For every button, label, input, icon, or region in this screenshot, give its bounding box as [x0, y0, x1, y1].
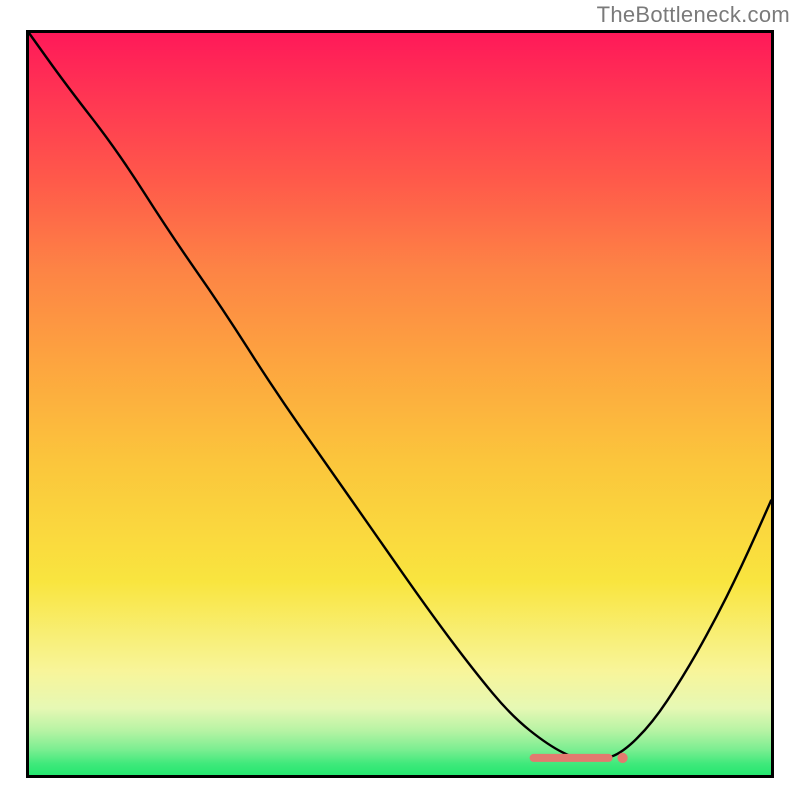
- chart-root: TheBottleneck.com: [0, 0, 800, 800]
- plot-area: [26, 30, 774, 778]
- attribution-label: TheBottleneck.com: [597, 2, 790, 28]
- trough-marker-end: [618, 753, 627, 762]
- bottleneck-curve: [29, 33, 771, 760]
- curve-layer: [29, 33, 771, 775]
